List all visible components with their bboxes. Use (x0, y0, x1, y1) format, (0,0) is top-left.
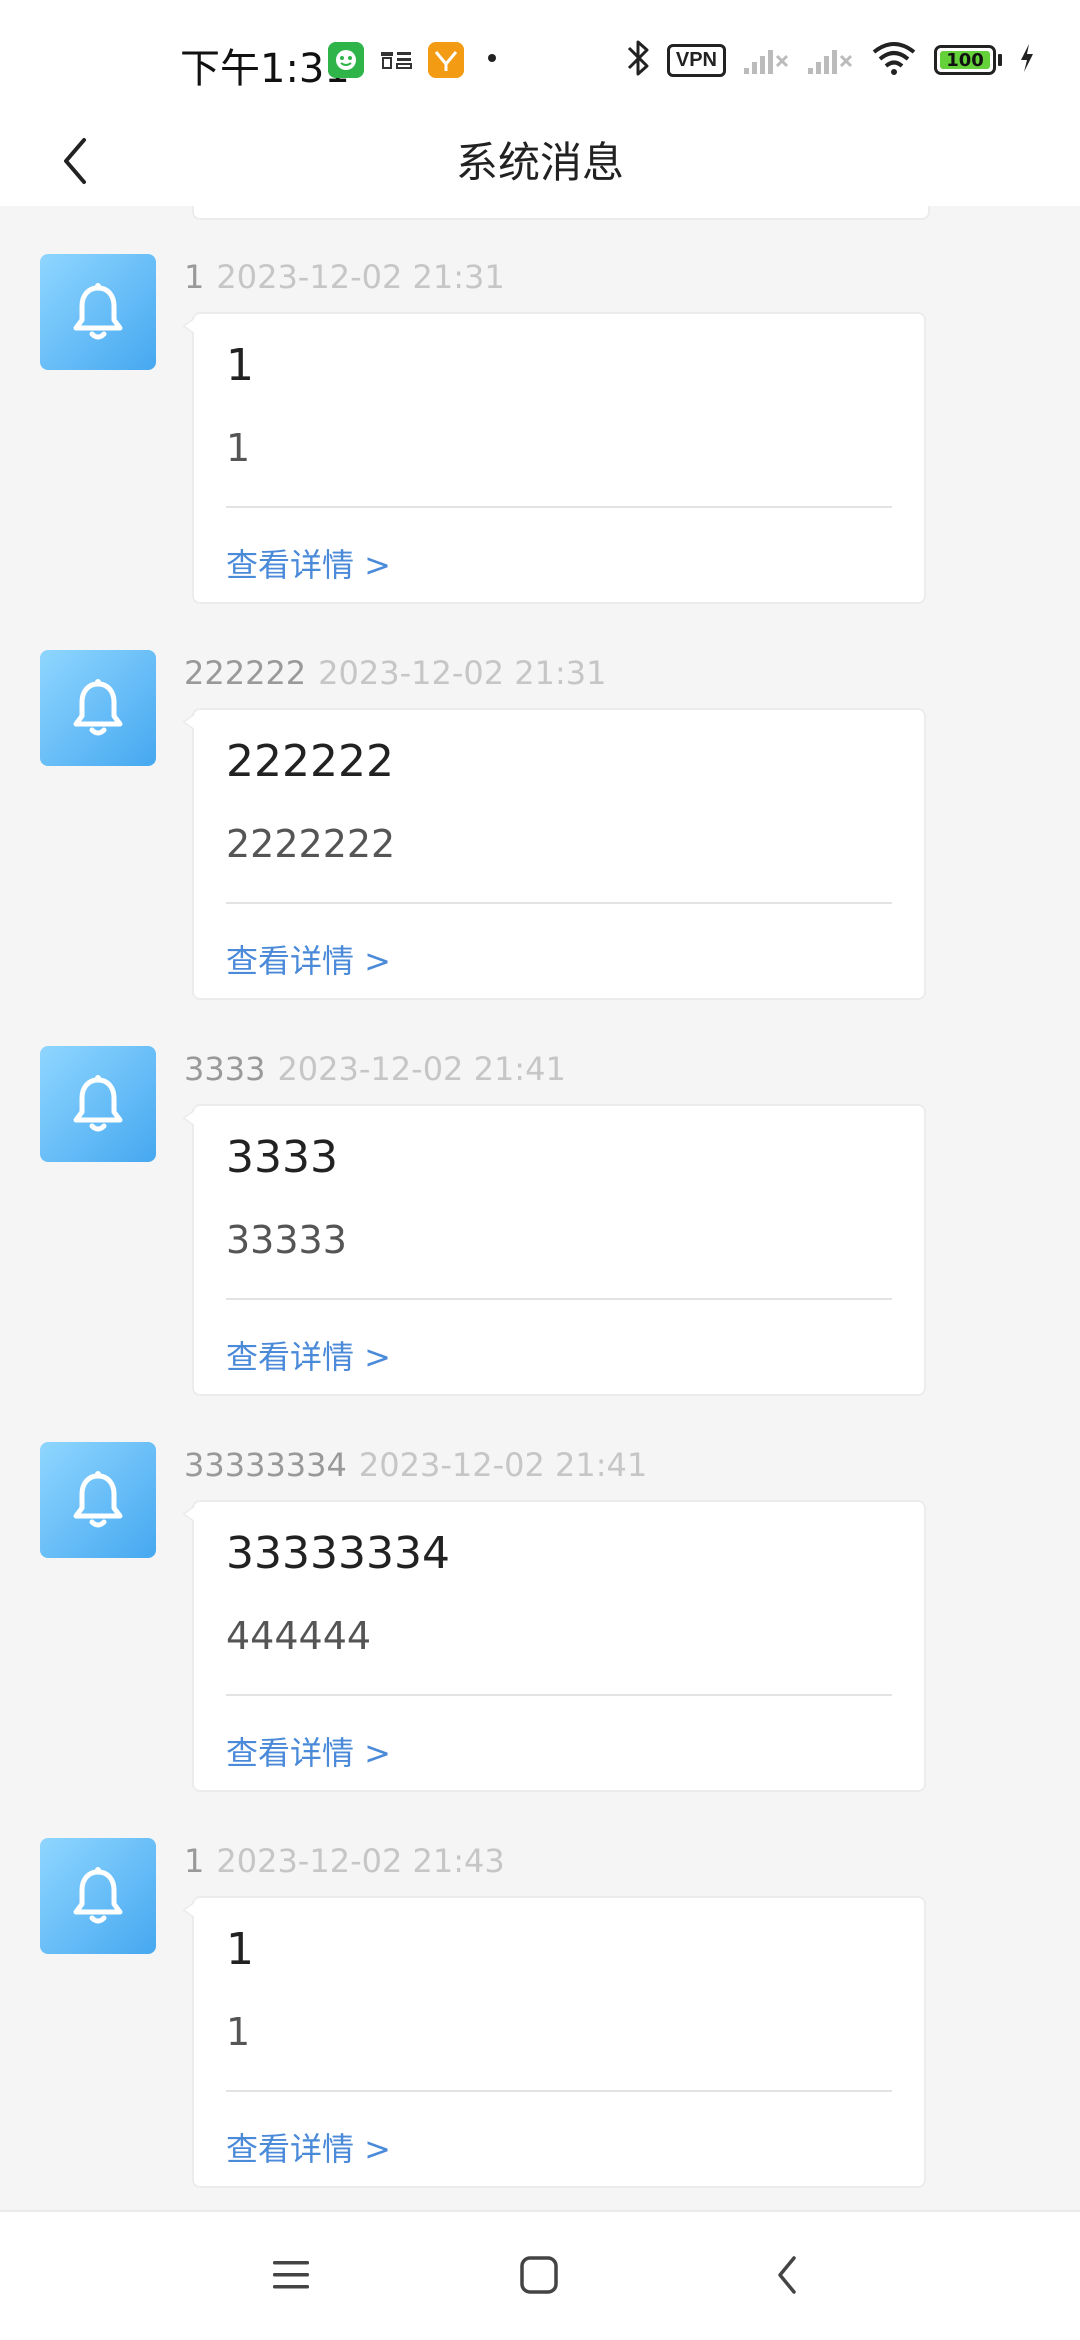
divider (226, 506, 892, 508)
divider (226, 1298, 892, 1300)
signal-icon (806, 40, 854, 80)
system-navigation-bar (0, 2210, 1080, 2340)
battery-level: 100 (940, 50, 990, 71)
tao-icon (428, 42, 464, 78)
view-details-link[interactable]: 查看详情 > (226, 1728, 391, 1774)
message-sender: 222222 (184, 654, 307, 692)
page-title: 系统消息 (455, 138, 624, 187)
back-nav-button[interactable] (752, 2242, 822, 2312)
vpn-icon: VPN (666, 43, 726, 77)
message-sender: 33333334 (184, 1446, 347, 1484)
charging-icon (1018, 42, 1036, 78)
message-meta: 1 2023-12-02 21:31 (184, 258, 505, 296)
home-button[interactable] (504, 2242, 574, 2312)
battery-icon: 100 (934, 45, 1002, 75)
message-content: 33333 (226, 1218, 347, 1262)
message-meta: 1 2023-12-02 21:43 (184, 1842, 505, 1880)
bell-icon (40, 1838, 156, 1954)
message-content: 444444 (226, 1614, 372, 1658)
message-title: 222222 (226, 736, 394, 787)
status-time: 下午1:31 (180, 46, 350, 92)
message-meta: 3333 2023-12-02 21:41 (184, 1050, 566, 1088)
message-time: 2023-12-02 21:31 (216, 258, 505, 296)
message-card[interactable]: 1 1 查看详情 > (182, 312, 926, 604)
message-meta: 222222 2023-12-02 21:31 (184, 654, 607, 692)
bluetooth-icon (625, 38, 651, 82)
wechat-icon (328, 42, 364, 78)
message-time: 2023-12-02 21:41 (358, 1446, 648, 1484)
message-time: 2023-12-02 21:31 (318, 654, 607, 692)
view-details-link[interactable]: 查看详情 > (226, 540, 391, 586)
view-details-link[interactable]: 查看详情 > (226, 1332, 391, 1378)
bell-icon (40, 1442, 156, 1558)
nav-header: 系统消息 (0, 120, 1080, 206)
divider (226, 1694, 892, 1696)
message-item: 3333 2023-12-02 21:41 3333 33333 查看详情 > (0, 998, 1080, 1396)
back-icon (775, 2255, 799, 2299)
wifi-icon (870, 40, 918, 80)
message-time: 2023-12-02 21:43 (216, 1842, 505, 1880)
message-content: 1 (226, 426, 251, 470)
message-content: 2222222 (226, 822, 396, 866)
message-sender: 1 (184, 258, 205, 296)
message-card[interactable]: 33333334 444444 查看详情 > (182, 1500, 926, 1792)
message-card[interactable]: 3333 33333 查看详情 > (182, 1104, 926, 1396)
status-icons: VPN 100 (625, 38, 1036, 82)
message-sender: 1 (184, 1842, 205, 1880)
message-meta: 33333334 2023-12-02 21:41 (184, 1446, 647, 1484)
message-item: 1 2023-12-02 21:31 1 1 查看详情 > (0, 206, 1080, 604)
divider (226, 2090, 892, 2092)
notification-dot (488, 54, 496, 62)
home-icon (519, 2255, 559, 2299)
message-content: 1 (226, 2010, 251, 2054)
message-time: 2023-12-02 21:41 (277, 1050, 566, 1088)
menu-button[interactable] (256, 2242, 326, 2312)
message-card[interactable]: 1 1 查看详情 > (182, 1896, 926, 2188)
menu-icon (271, 2257, 311, 2297)
signal-icon (742, 40, 790, 80)
divider (226, 902, 892, 904)
view-details-link[interactable]: 查看详情 > (226, 2124, 391, 2170)
view-details-link[interactable]: 查看详情 > (226, 936, 391, 982)
message-item: 222222 2023-12-02 21:31 222222 2222222 查看… (0, 602, 1080, 1000)
message-sender: 3333 (184, 1050, 266, 1088)
bell-icon (40, 1046, 156, 1162)
message-title: 3333 (226, 1132, 338, 1183)
message-title: 1 (226, 340, 254, 391)
message-list[interactable]: 1 2023-12-02 21:31 1 1 查看详情 > 222222 2023-… (0, 206, 1080, 2210)
message-item: 33333334 2023-12-02 21:41 33333334 444444… (0, 1394, 1080, 1792)
message-title: 33333334 (226, 1528, 450, 1579)
bell-icon (40, 254, 156, 370)
bell-icon (40, 650, 156, 766)
message-title: 1 (226, 1924, 254, 1975)
message-card[interactable]: 222222 2222222 查看详情 > (182, 708, 926, 1000)
message-item: 1 2023-12-02 21:43 1 1 查看详情 > (0, 1790, 1080, 2188)
status-bar: 下午1:31 VPN 100 (0, 0, 1080, 120)
word-icon (378, 42, 414, 78)
